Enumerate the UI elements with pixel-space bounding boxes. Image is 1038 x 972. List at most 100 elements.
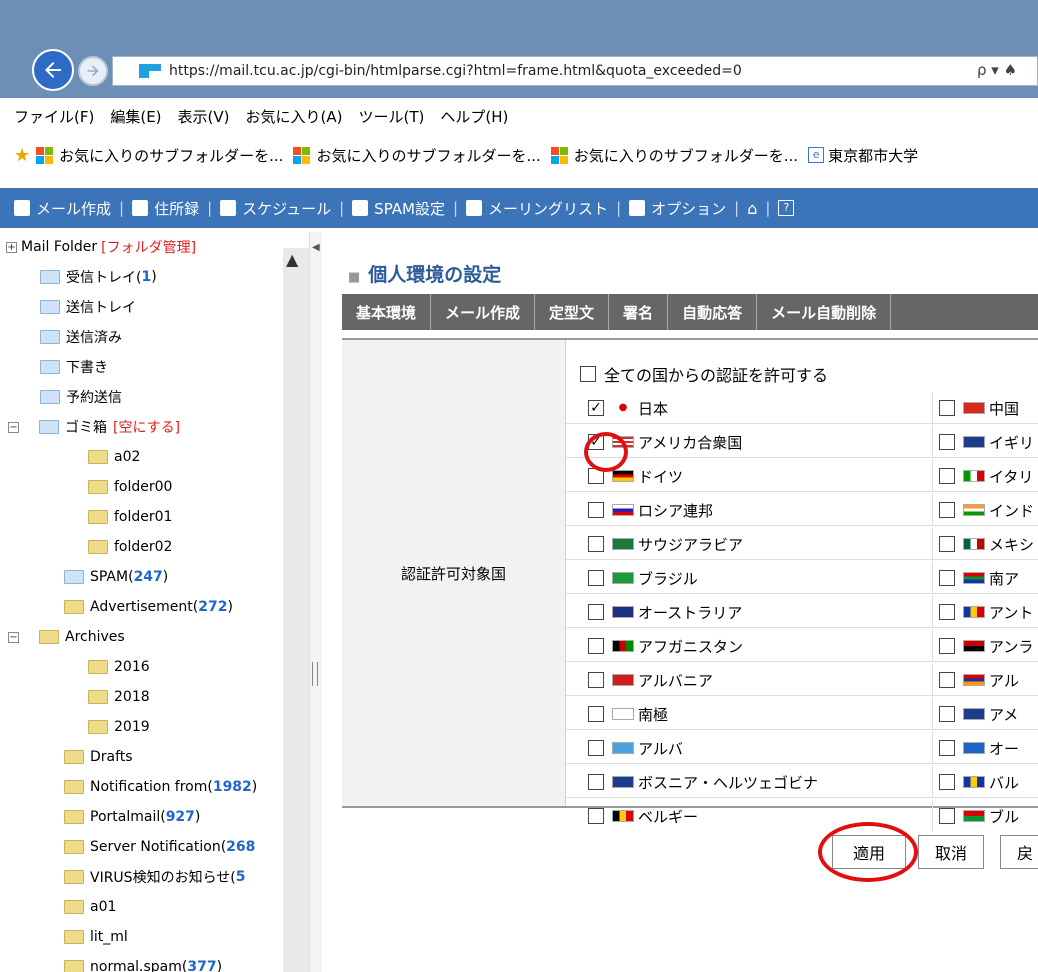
country-checkbox[interactable]	[588, 536, 604, 552]
country-checkbox[interactable]: ✓	[588, 400, 604, 416]
menu-tools[interactable]: ツール(T)	[358, 106, 424, 127]
forward-button[interactable]	[78, 56, 108, 86]
favorite-label: お気に入りのサブフォルダーを...	[59, 146, 284, 165]
favorite-label: お気に入りのサブフォルダーを...	[573, 146, 799, 165]
menu-file[interactable]: ファイル(F)	[14, 106, 94, 127]
country-checkbox[interactable]	[939, 638, 955, 654]
folder-server-notification[interactable]: Server Notification(268	[64, 834, 255, 860]
toolbar-addressbook[interactable]: 住所録	[132, 198, 199, 219]
country-checkbox[interactable]	[588, 604, 604, 620]
url-text: https://mail.tcu.ac.jp/cgi-bin/htmlparse…	[169, 63, 742, 79]
favorites-star-icon[interactable]: ★	[14, 145, 30, 166]
country-label: アメリカ合衆国	[638, 433, 743, 452]
country-checkbox[interactable]	[939, 672, 955, 688]
country-checkbox[interactable]	[939, 468, 955, 484]
home-button[interactable]: ⌂	[747, 199, 757, 218]
tab-autoreply[interactable]: 自動応答	[668, 294, 758, 330]
folder-notification[interactable]: Notification from(1982)	[64, 774, 257, 800]
ms-logo-icon	[36, 146, 54, 164]
folder-2016[interactable]: 2016	[88, 654, 150, 680]
tree-root[interactable]: + Mail Folder [フォルダ管理]	[6, 234, 196, 260]
country-checkbox[interactable]	[939, 740, 955, 756]
menu-view[interactable]: 表示(V)	[178, 106, 230, 127]
country-checkbox[interactable]	[939, 502, 955, 518]
toolbar-options[interactable]: オプション	[629, 198, 726, 219]
sidebar-scrollbar[interactable]	[283, 248, 309, 972]
country-checkbox[interactable]	[939, 808, 955, 824]
collapse-sidebar-icon[interactable]: ◀	[312, 242, 320, 253]
folder-drafts-jp[interactable]: 下書き	[40, 354, 108, 380]
country-checkbox[interactable]	[588, 706, 604, 722]
country-checkbox[interactable]	[588, 774, 604, 790]
folder-sent[interactable]: 送信済み	[40, 324, 122, 350]
folder-virus[interactable]: VIRUS検知のお知らせ(5	[64, 864, 246, 890]
country-checkbox[interactable]	[588, 808, 604, 824]
tab-basic[interactable]: 基本環境	[342, 294, 432, 330]
country-checkbox[interactable]	[588, 740, 604, 756]
folder-2018[interactable]: 2018	[88, 684, 150, 710]
country-checkbox[interactable]	[588, 638, 604, 654]
splitter-grip-icon[interactable]	[312, 662, 318, 686]
country-checkbox[interactable]	[939, 570, 955, 586]
country-checkbox[interactable]	[939, 434, 955, 450]
allow-all-checkbox[interactable]	[580, 366, 596, 382]
favorite-item[interactable]: e 東京都市大学	[808, 145, 918, 166]
address-bar[interactable]: https://mail.tcu.ac.jp/cgi-bin/htmlparse…	[112, 56, 1038, 86]
folder-lit-ml[interactable]: lit_ml	[64, 924, 128, 950]
expand-icon[interactable]: +	[6, 241, 17, 253]
folder-portalmail[interactable]: Portalmail(927)	[64, 804, 200, 830]
folder-a02[interactable]: a02	[88, 444, 140, 470]
toolbar-spam[interactable]: SPAM設定	[352, 198, 445, 219]
folder-manage-link[interactable]: [フォルダ管理]	[101, 237, 196, 257]
favorite-item[interactable]: お気に入りのサブフォルダーを...	[550, 145, 799, 166]
cancel-button[interactable]: 取消	[918, 835, 984, 869]
pane-splitter[interactable]: ◀	[310, 232, 322, 972]
country-checkbox[interactable]	[588, 672, 604, 688]
allow-all-countries[interactable]: 全ての国からの認証を許可する	[580, 362, 828, 386]
country-checkbox[interactable]	[588, 570, 604, 586]
folder-folder00[interactable]: folder00	[88, 474, 172, 500]
folder-icon	[64, 570, 84, 584]
tab-autodelete[interactable]: メール自動削除	[757, 294, 892, 330]
folder-scheduled[interactable]: 予約送信	[40, 384, 122, 410]
tab-signature[interactable]: 署名	[609, 294, 669, 330]
empty-trash-link[interactable]: [空にする]	[113, 417, 180, 437]
back-button[interactable]	[32, 49, 74, 91]
collapse-icon[interactable]: −	[8, 421, 19, 433]
folder-drafts[interactable]: Drafts	[64, 744, 133, 770]
toolbar-compose[interactable]: メール作成	[14, 198, 111, 219]
scroll-up-icon[interactable]: ▲	[286, 250, 298, 269]
country-checkbox[interactable]	[588, 502, 604, 518]
country-checkbox[interactable]	[939, 706, 955, 722]
search-icon[interactable]: ρ ▾ ♠	[977, 61, 1017, 79]
tab-templates[interactable]: 定型文	[535, 294, 610, 330]
toolbar-mailinglist[interactable]: メーリングリスト	[466, 198, 608, 219]
folder-spam[interactable]: SPAM(247)	[64, 564, 168, 590]
folder-normal-spam[interactable]: normal.spam(377)	[64, 954, 222, 972]
tab-compose[interactable]: メール作成	[431, 294, 536, 330]
folder-folder01[interactable]: folder01	[88, 504, 172, 530]
collapse-icon[interactable]: −	[8, 631, 19, 643]
country-checkbox[interactable]	[939, 400, 955, 416]
country-checkbox[interactable]	[939, 536, 955, 552]
country-label: アンラ	[989, 637, 1034, 656]
menu-edit[interactable]: 編集(E)	[110, 106, 161, 127]
toolbar-schedule[interactable]: スケジュール	[220, 198, 331, 219]
folder-a01[interactable]: a01	[64, 894, 116, 920]
country-checkbox[interactable]	[939, 774, 955, 790]
menu-favorites[interactable]: お気に入り(A)	[246, 106, 343, 127]
folder-folder02[interactable]: folder02	[88, 534, 172, 560]
folder-inbox[interactable]: 受信トレイ(1)	[40, 264, 157, 290]
folder-outbox[interactable]: 送信トレイ	[40, 294, 136, 320]
menu-help[interactable]: ヘルプ(H)	[440, 106, 508, 127]
back-settings-button[interactable]: 戻	[1000, 835, 1038, 869]
favorite-item[interactable]: お気に入りのサブフォルダーを...	[293, 145, 541, 166]
folder-trash[interactable]: − ゴミ箱 [空にする]	[8, 414, 180, 440]
folder-label: normal.spam(	[90, 959, 188, 972]
folder-archives[interactable]: − Archives	[8, 624, 125, 650]
help-button[interactable]: ?	[778, 200, 795, 216]
folder-advertisement[interactable]: Advertisement(272)	[64, 594, 233, 620]
country-checkbox[interactable]	[939, 604, 955, 620]
folder-2019[interactable]: 2019	[88, 714, 150, 740]
favorite-item[interactable]: お気に入りのサブフォルダーを...	[36, 145, 283, 166]
